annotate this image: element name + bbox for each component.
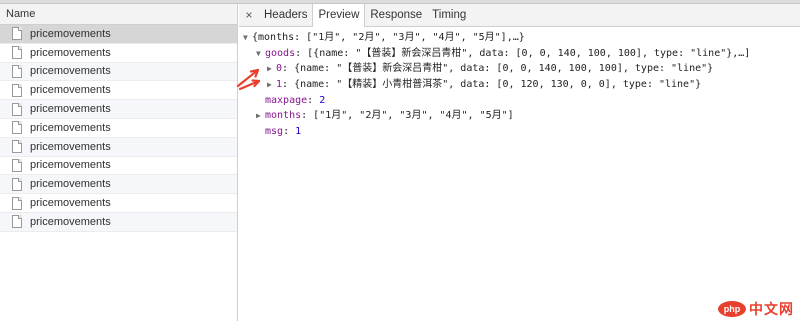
request-row[interactable]: pricemovements bbox=[0, 25, 237, 44]
request-row[interactable]: pricemovements bbox=[0, 119, 237, 138]
json-maxpage-row: maxpage: 2 bbox=[265, 94, 326, 106]
request-list-pane: Name pricemovements pricemovements price… bbox=[0, 4, 238, 321]
expanded-triangle-icon[interactable]: ▼ bbox=[243, 30, 252, 46]
request-row[interactable]: pricemovements bbox=[0, 137, 237, 157]
json-preview: ▼ {months: ["1月", "2月", "3月", "4月", "5月"]… bbox=[239, 27, 800, 140]
json-goods-row[interactable]: ▼ goods: [{name: "【普装】新会深吕青柑", data: [0, … bbox=[239, 46, 800, 62]
file-icon bbox=[12, 64, 22, 78]
json-number-value: 2 bbox=[319, 94, 326, 106]
close-icon[interactable]: × bbox=[239, 4, 259, 26]
json-goods-item-row[interactable]: ▶ 1: {name: "【精装】小青柑普洱茶", data: [0, 120, … bbox=[239, 77, 800, 93]
json-key: msg bbox=[265, 126, 284, 138]
watermark-text: 中文网 bbox=[749, 301, 794, 317]
request-row[interactable]: pricemovements bbox=[0, 81, 237, 101]
goods-summary: [{name: "【普装】新会深吕青柑", data: [0, 0, 140, … bbox=[307, 47, 751, 59]
file-icon bbox=[12, 140, 22, 154]
request-name: pricemovements bbox=[30, 159, 111, 172]
goods-item-summary: {name: "【普装】新会深吕青柑", data: [0, 0, 140, 1… bbox=[294, 63, 714, 75]
request-list: pricemovements pricemovements pricemovem… bbox=[0, 25, 237, 232]
request-name: pricemovements bbox=[30, 103, 111, 116]
request-name: pricemovements bbox=[30, 140, 111, 153]
json-root-row[interactable]: ▼ {months: ["1月", "2月", "3月", "4月", "5月"]… bbox=[239, 30, 800, 46]
json-key: months bbox=[265, 110, 302, 122]
tab-headers[interactable]: Headers bbox=[259, 4, 312, 26]
request-name: pricemovements bbox=[30, 197, 111, 210]
site-watermark: php 中文网 bbox=[718, 299, 794, 319]
file-icon bbox=[12, 158, 22, 172]
goods-item-summary: {name: "【精装】小青柑普洱茶", data: [0, 120, 130,… bbox=[294, 79, 702, 91]
tab-response[interactable]: Response bbox=[365, 4, 427, 26]
request-name: pricemovements bbox=[30, 121, 111, 134]
request-name: pricemovements bbox=[30, 46, 111, 59]
tab-preview[interactable]: Preview bbox=[312, 4, 366, 27]
json-goods-item-row[interactable]: ▶ 0: {name: "【普装】新会深吕青柑", data: [0, 0, 14… bbox=[239, 61, 800, 77]
file-icon bbox=[12, 177, 22, 191]
file-icon bbox=[12, 27, 22, 41]
collapsed-triangle-icon[interactable]: ▶ bbox=[267, 77, 276, 93]
request-row[interactable]: pricemovements bbox=[0, 194, 237, 213]
expanded-triangle-icon[interactable]: ▼ bbox=[256, 46, 265, 62]
request-name: pricemovements bbox=[30, 178, 111, 191]
php-logo-icon: php bbox=[718, 301, 746, 317]
file-icon bbox=[12, 215, 22, 229]
root-summary: {months: ["1月", "2月", "3月", "4月", "5月"],… bbox=[252, 32, 525, 43]
detail-pane: × Headers Preview Response Timing ▼ {mont… bbox=[239, 4, 800, 321]
file-icon bbox=[12, 196, 22, 210]
annotation-arrows-icon bbox=[236, 68, 261, 90]
request-name: pricemovements bbox=[30, 215, 111, 228]
file-icon bbox=[12, 121, 22, 135]
name-column-header[interactable]: Name bbox=[0, 4, 237, 25]
request-row[interactable]: pricemovements bbox=[0, 44, 237, 63]
json-key: maxpage bbox=[265, 94, 308, 106]
request-row[interactable]: pricemovements bbox=[0, 100, 237, 119]
json-msg-row: msg: 1 bbox=[265, 126, 302, 138]
collapsed-triangle-icon[interactable]: ▶ bbox=[256, 108, 265, 124]
file-icon bbox=[12, 102, 22, 116]
request-row[interactable]: pricemovements bbox=[0, 212, 237, 232]
request-name: pricemovements bbox=[30, 84, 111, 97]
file-icon bbox=[12, 83, 22, 97]
json-number-value: 1 bbox=[295, 126, 302, 138]
request-name: pricemovements bbox=[30, 65, 111, 78]
request-row[interactable]: pricemovements bbox=[0, 175, 237, 195]
json-months-row[interactable]: ▶ months: ["1月", "2月", "3月", "4月", "5月"] bbox=[239, 108, 800, 124]
request-row[interactable]: pricemovements bbox=[0, 157, 237, 176]
detail-tabbar: × Headers Preview Response Timing bbox=[239, 4, 800, 27]
request-name: pricemovements bbox=[30, 27, 111, 40]
json-key: goods bbox=[265, 47, 296, 59]
tab-timing[interactable]: Timing bbox=[427, 4, 471, 26]
file-icon bbox=[12, 46, 22, 60]
collapsed-triangle-icon[interactable]: ▶ bbox=[267, 61, 276, 77]
request-row[interactable]: pricemovements bbox=[0, 62, 237, 82]
months-summary: ["1月", "2月", "3月", "4月", "5月"] bbox=[313, 110, 514, 122]
